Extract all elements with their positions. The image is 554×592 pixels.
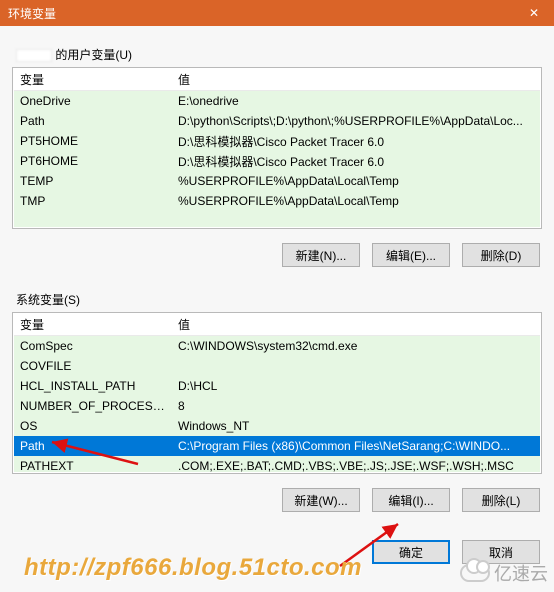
table-row[interactable]: COVFILE [14, 356, 540, 376]
user-vars-header: 变量 值 [14, 69, 540, 91]
cell-variable: OneDrive [14, 94, 172, 108]
user-vars-listbox[interactable]: 变量 值 OneDriveE:\onedrivePathD:\python\Sc… [12, 67, 542, 229]
cell-value: D:\思科模拟器\Cisco Packet Tracer 6.0 [172, 153, 540, 170]
system-vars-header: 变量 值 [14, 314, 540, 336]
cell-variable: COVFILE [14, 359, 172, 373]
site-logo: 亿速云 [460, 560, 548, 586]
table-row[interactable]: NUMBER_OF_PROCESSORS8 [14, 396, 540, 416]
cell-value: D:\思科模拟器\Cisco Packet Tracer 6.0 [172, 133, 540, 150]
cell-variable: Path [14, 439, 172, 453]
col-value[interactable]: 值 [172, 71, 196, 88]
col-variable[interactable]: 变量 [14, 316, 172, 333]
table-row[interactable]: PT5HOMED:\思科模拟器\Cisco Packet Tracer 6.0 [14, 131, 540, 151]
cell-variable: NUMBER_OF_PROCESSORS [14, 399, 172, 413]
cell-variable: Path [14, 114, 172, 128]
system-new-button[interactable]: 新建(W)... [282, 488, 360, 512]
system-vars-label: 系统变量(S) [16, 291, 542, 308]
table-row[interactable]: PT6HOMED:\思科模拟器\Cisco Packet Tracer 6.0 [14, 151, 540, 171]
dialog-content: 的用户变量(U) 变量 值 OneDriveE:\onedrivePathD:\… [0, 26, 554, 592]
watermark-text: http://zpf666.blog.51cto.com [24, 554, 362, 582]
cell-value: Windows_NT [172, 419, 540, 433]
cloud-icon [460, 564, 490, 582]
system-edit-button[interactable]: 编辑(I)... [372, 488, 450, 512]
table-row[interactable]: PathC:\Program Files (x86)\Common Files\… [14, 436, 540, 456]
table-row[interactable]: PATHEXT.COM;.EXE;.BAT;.CMD;.VBS;.VBE;.JS… [14, 456, 540, 472]
table-row[interactable]: PathD:\python\Scripts\;D:\python\;%USERP… [14, 111, 540, 131]
cell-value: %USERPROFILE%\AppData\Local\Temp [172, 194, 540, 208]
user-edit-button[interactable]: 编辑(E)... [372, 243, 450, 267]
close-icon[interactable]: ✕ [514, 0, 554, 26]
cell-value: 8 [172, 399, 540, 413]
user-delete-button[interactable]: 删除(D) [462, 243, 540, 267]
cell-variable: PT5HOME [14, 134, 172, 148]
user-new-button[interactable]: 新建(N)... [282, 243, 360, 267]
user-vars-buttons: 新建(N)... 编辑(E)... 删除(D) [12, 243, 540, 267]
ok-button[interactable]: 确定 [372, 540, 450, 564]
cell-variable: HCL_INSTALL_PATH [14, 379, 172, 393]
system-vars-listbox[interactable]: 变量 值 ComSpecC:\WINDOWS\system32\cmd.exeC… [12, 312, 542, 474]
user-vars-label: 的用户变量(U) [16, 46, 542, 63]
system-vars-buttons: 新建(W)... 编辑(I)... 删除(L) [12, 488, 540, 512]
table-row[interactable]: TEMP%USERPROFILE%\AppData\Local\Temp [14, 171, 540, 191]
cell-value: C:\Program Files (x86)\Common Files\NetS… [172, 439, 540, 453]
username-censored [16, 49, 52, 62]
table-row[interactable]: OneDriveE:\onedrive [14, 91, 540, 111]
cell-value: %USERPROFILE%\AppData\Local\Temp [172, 174, 540, 188]
title-bar: 环境变量 ✕ [0, 0, 554, 26]
cell-variable: PATHEXT [14, 459, 172, 472]
cell-variable: PT6HOME [14, 154, 172, 168]
table-row[interactable]: HCL_INSTALL_PATHD:\HCL [14, 376, 540, 396]
col-value[interactable]: 值 [172, 316, 196, 333]
table-row[interactable]: ComSpecC:\WINDOWS\system32\cmd.exe [14, 336, 540, 356]
cell-value: D:\HCL [172, 379, 540, 393]
cell-value: E:\onedrive [172, 94, 540, 108]
cell-variable: ComSpec [14, 339, 172, 353]
cell-variable: TEMP [14, 174, 172, 188]
table-row[interactable]: TMP%USERPROFILE%\AppData\Local\Temp [14, 191, 540, 211]
cell-variable: OS [14, 419, 172, 433]
system-delete-button[interactable]: 删除(L) [462, 488, 540, 512]
cell-variable: TMP [14, 194, 172, 208]
col-variable[interactable]: 变量 [14, 71, 172, 88]
cell-value: .COM;.EXE;.BAT;.CMD;.VBS;.VBE;.JS;.JSE;.… [172, 459, 540, 472]
table-row[interactable]: OSWindows_NT [14, 416, 540, 436]
cell-value: D:\python\Scripts\;D:\python\;%USERPROFI… [172, 114, 540, 128]
cell-value: C:\WINDOWS\system32\cmd.exe [172, 339, 540, 353]
window-title: 环境变量 [8, 5, 514, 22]
